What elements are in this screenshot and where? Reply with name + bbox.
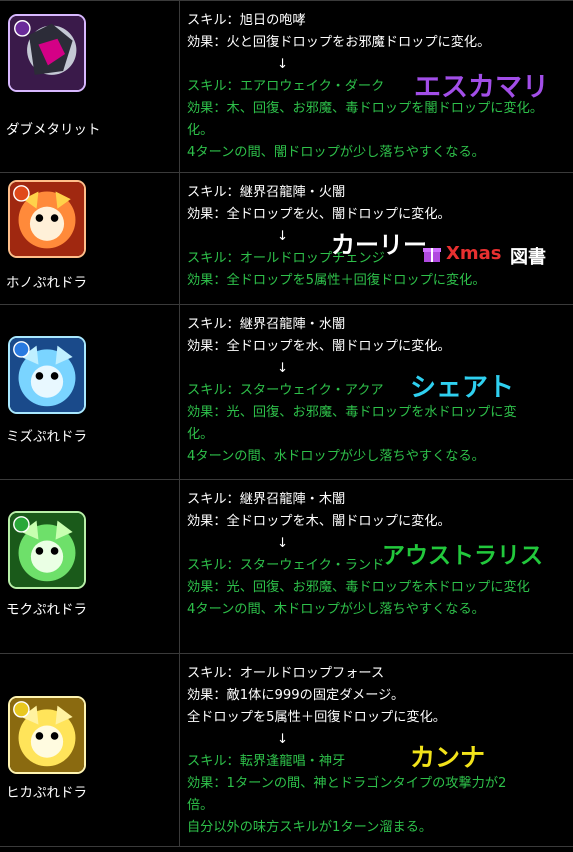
monster-row-mokupuredora: モクぷれドラ スキル：継界召龍陣・木闇 効果：全ドロップを木、闇ドロップに変化。… xyxy=(0,479,573,653)
monster-cell: モクぷれドラ xyxy=(0,480,180,653)
skill-effect: 効果：全ドロップを木、闇ドロップに変化。 xyxy=(187,514,451,529)
skill-name: スキル：オールドロップフォース xyxy=(187,666,385,681)
monster-row-honopuredora: ホノぷれドラ スキル：継界召龍陣・火闇 効果：全ドロップを火、闇ドロップに変化。… xyxy=(0,172,573,304)
new-skill-effect: 効果：全ドロップを5属性＋回復ドロップに変化。 xyxy=(187,273,486,288)
new-skill-effect: 効果：光、回復、お邪魔、毒ドロップを木ドロップに変化 xyxy=(187,580,530,595)
monster-cell: ホノぷれドラ xyxy=(0,173,180,304)
new-skill-effect-cont: 倍。 xyxy=(187,798,214,813)
monster-name: ヒカぷれドラ xyxy=(6,785,87,801)
annotation-xmas: Xmas xyxy=(446,243,502,264)
new-skill-effect: 効果：1ターンの間、神とドラゴンタイプの攻撃力が2 xyxy=(187,776,507,791)
monster-cell: ダブメタリット xyxy=(0,1,180,172)
skill-name: スキル：継界召龍陣・木闇 xyxy=(187,492,346,507)
monster-name: モクぷれドラ xyxy=(6,602,87,618)
annotation-sheato: シェアト xyxy=(410,373,515,403)
annotation-esukamari: エスカマリ xyxy=(414,72,549,103)
skill-effect-2: 全ドロップを5属性＋回復ドロップに変化。 xyxy=(187,710,446,725)
fire-dragon-icon xyxy=(8,180,86,258)
gift-icon xyxy=(423,245,441,263)
monster-name: ホノぷれドラ xyxy=(6,275,87,291)
page: { "rows": [ { "name": "ダブメタリット", "skill"… xyxy=(0,0,573,852)
new-skill-effect-2: 4ターンの間、闇ドロップが少し落ちやすくなる。 xyxy=(187,145,485,160)
monster-cell: ミズぷれドラ xyxy=(0,305,180,479)
skill-name: スキル：旭日の咆哮 xyxy=(187,13,306,28)
monster-name: ダブメタリット xyxy=(6,122,101,138)
new-skill-effect-2: 4ターンの間、木ドロップが少し落ちやすくなる。 xyxy=(187,602,485,617)
new-skill-effect-cont: 化。 xyxy=(187,427,214,442)
new-skill-effect-cont: 化。 xyxy=(187,123,214,138)
annotation-kari: カーリー xyxy=(331,231,427,259)
arrow-down: ↓ xyxy=(277,732,289,747)
skill-effect: 効果：全ドロップを水、闇ドロップに変化。 xyxy=(187,339,451,354)
skill-text: スキル：オールドロップフォース 効果：敵1体に999の固定ダメージ。 全ドロップ… xyxy=(187,663,569,839)
monster-row-hikapuredora: ヒカぷれドラ スキル：オールドロップフォース 効果：敵1体に999の固定ダメージ… xyxy=(0,653,573,847)
annotation-ausutorarisu: アウストラリス xyxy=(382,543,543,569)
wood-dragon-icon xyxy=(8,511,86,589)
skill-name: スキル：継界召龍陣・火闇 xyxy=(187,185,346,200)
skill-effect: 効果：全ドロップを火、闇ドロップに変化。 xyxy=(187,207,451,222)
new-skill-name: スキル：転界逢龍唱・神牙 xyxy=(187,754,346,769)
new-skill-effect-2: 自分以外の味方スキルが1ターン溜まる。 xyxy=(187,820,433,835)
monster-row-mizupuredora: ミズぷれドラ スキル：継界召龍陣・水闇 効果：全ドロップを水、闇ドロップに変化。… xyxy=(0,304,573,479)
monster-name: ミズぷれドラ xyxy=(6,429,87,445)
monster-row-dabumetaritto: ダブメタリット スキル：旭日の咆哮 効果：火と回復ドロップをお邪魔ドロップに変化… xyxy=(0,0,573,172)
dark-dragon-icon xyxy=(8,14,86,92)
light-dragon-icon xyxy=(8,696,86,774)
skill-effect: 効果：敵1体に999の固定ダメージ。 xyxy=(187,688,405,703)
new-skill-effect: 効果：光、回復、お邪魔、毒ドロップを水ドロップに変 xyxy=(187,405,517,420)
annotation-kanna: カンナ xyxy=(410,743,486,772)
skill-effect: 効果：火と回復ドロップをお邪魔ドロップに変化。 xyxy=(187,35,491,50)
monster-cell: ヒカぷれドラ xyxy=(0,654,180,847)
new-skill-effect-2: 4ターンの間、水ドロップが少し落ちやすくなる。 xyxy=(187,449,485,464)
table-bottom-border xyxy=(0,846,573,847)
water-dragon-icon xyxy=(8,336,86,414)
annotation-tosho: 図書 xyxy=(510,247,546,268)
skill-name: スキル：継界召龍陣・水闇 xyxy=(187,317,346,332)
